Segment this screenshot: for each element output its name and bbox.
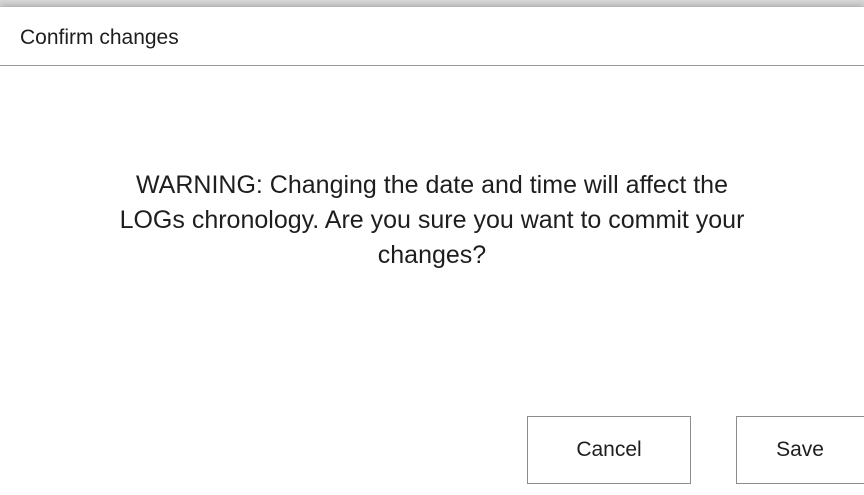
save-button[interactable]: Save xyxy=(736,416,864,484)
confirm-changes-dialog: Confirm changes WARNING: Changing the da… xyxy=(0,7,864,495)
warning-message-line: changes? xyxy=(377,241,487,269)
dialog-message: WARNING: Changing the date and time will… xyxy=(60,168,804,273)
cancel-button[interactable]: Cancel xyxy=(527,416,691,484)
dialog-header: Confirm changes xyxy=(0,7,864,66)
warning-message-line: LOGs chronology. Are you sure you want t… xyxy=(119,206,745,234)
warning-message-line: WARNING: Changing the date and time will… xyxy=(136,171,728,199)
dialog-title: Confirm changes xyxy=(20,26,179,49)
